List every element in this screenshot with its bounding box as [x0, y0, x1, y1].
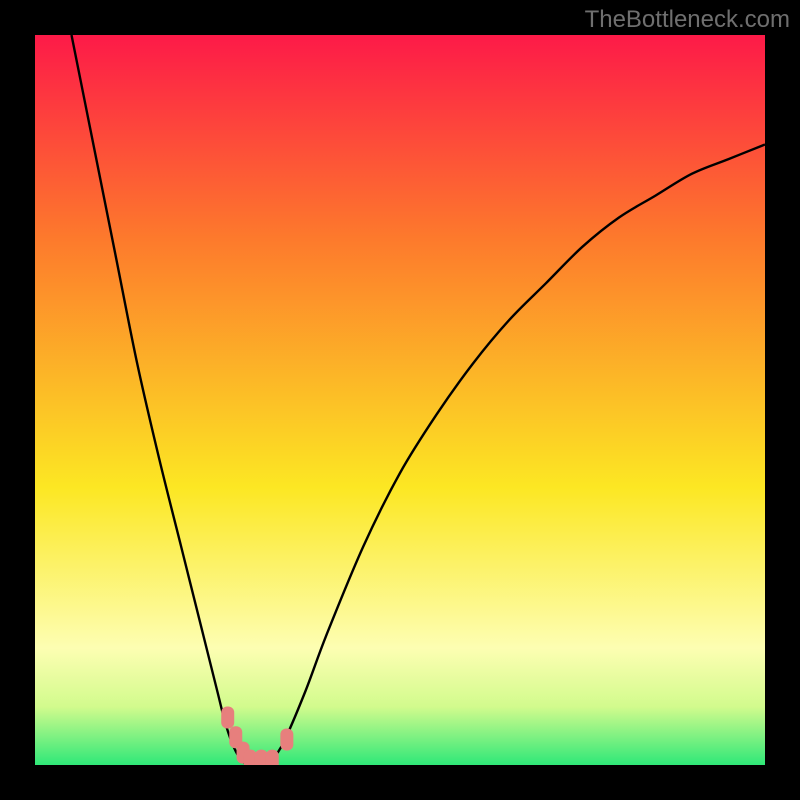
highlight-dot [280, 728, 293, 750]
bottleneck-chart [35, 35, 765, 765]
chart-frame: TheBottleneck.com [0, 0, 800, 800]
highlight-dot [221, 707, 234, 729]
plot-area [35, 35, 765, 765]
highlight-dot [266, 750, 279, 765]
watermark-text: TheBottleneck.com [585, 6, 790, 34]
